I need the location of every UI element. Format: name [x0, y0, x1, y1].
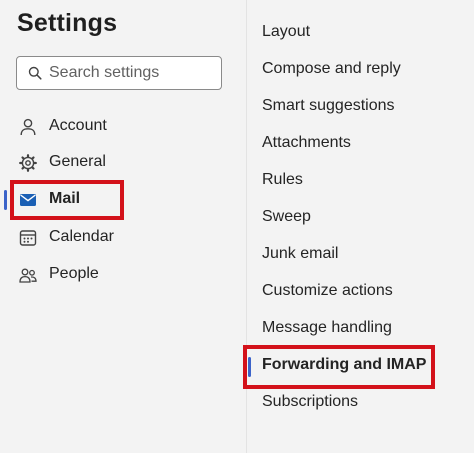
people-icon	[19, 268, 37, 283]
nav-item-label: General	[49, 153, 106, 170]
mail-setting-label: Junk email	[262, 245, 339, 262]
search-input[interactable]	[49, 62, 214, 84]
highlight-box-mail	[10, 180, 124, 220]
mail-setting-label: Rules	[262, 171, 303, 188]
mail-setting-label: Smart suggestions	[262, 97, 395, 114]
nav-item-label: Account	[49, 117, 107, 134]
nav-item-label: People	[49, 265, 99, 282]
mail-setting-layout[interactable]: Layout	[262, 18, 462, 48]
mail-setting-label: Layout	[262, 23, 311, 40]
mail-setting-customize-actions[interactable]: Customize actions	[262, 277, 462, 307]
mail-setting-label: Message handling	[262, 319, 392, 336]
mail-setting-smart-suggestions[interactable]: Smart suggestions	[262, 92, 462, 122]
mail-setting-sweep[interactable]: Sweep	[262, 203, 462, 233]
nav-item-label: Calendar	[49, 228, 114, 245]
mail-setting-rules[interactable]: Rules	[262, 166, 462, 196]
person-icon	[20, 118, 36, 136]
mail-setting-label: Customize actions	[262, 282, 393, 299]
mail-setting-label: Compose and reply	[262, 60, 401, 77]
search-box[interactable]	[16, 56, 222, 90]
mail-setting-message-handling[interactable]: Message handling	[262, 314, 462, 344]
mail-setting-attachments[interactable]: Attachments	[262, 129, 462, 159]
settings-nav-pane: Settings Account	[0, 0, 246, 453]
nav-item-people[interactable]: People	[0, 258, 246, 292]
nav-item-general[interactable]: General	[0, 146, 246, 180]
mail-setting-label: Attachments	[262, 134, 351, 151]
calendar-icon	[19, 230, 37, 246]
mail-setting-compose-and-reply[interactable]: Compose and reply	[262, 55, 462, 85]
nav-item-account[interactable]: Account	[0, 110, 246, 144]
highlight-box-forwarding	[243, 345, 435, 389]
nav-item-calendar[interactable]: Calendar	[0, 221, 246, 255]
search-icon	[28, 66, 42, 80]
mail-setting-label: Subscriptions	[262, 393, 359, 410]
mail-setting-junk-email[interactable]: Junk email	[262, 240, 462, 270]
gear-icon	[19, 154, 37, 172]
mail-setting-subscriptions[interactable]: Subscriptions	[262, 388, 462, 418]
page-title: Settings	[17, 9, 118, 37]
mail-setting-label: Sweep	[262, 208, 311, 225]
